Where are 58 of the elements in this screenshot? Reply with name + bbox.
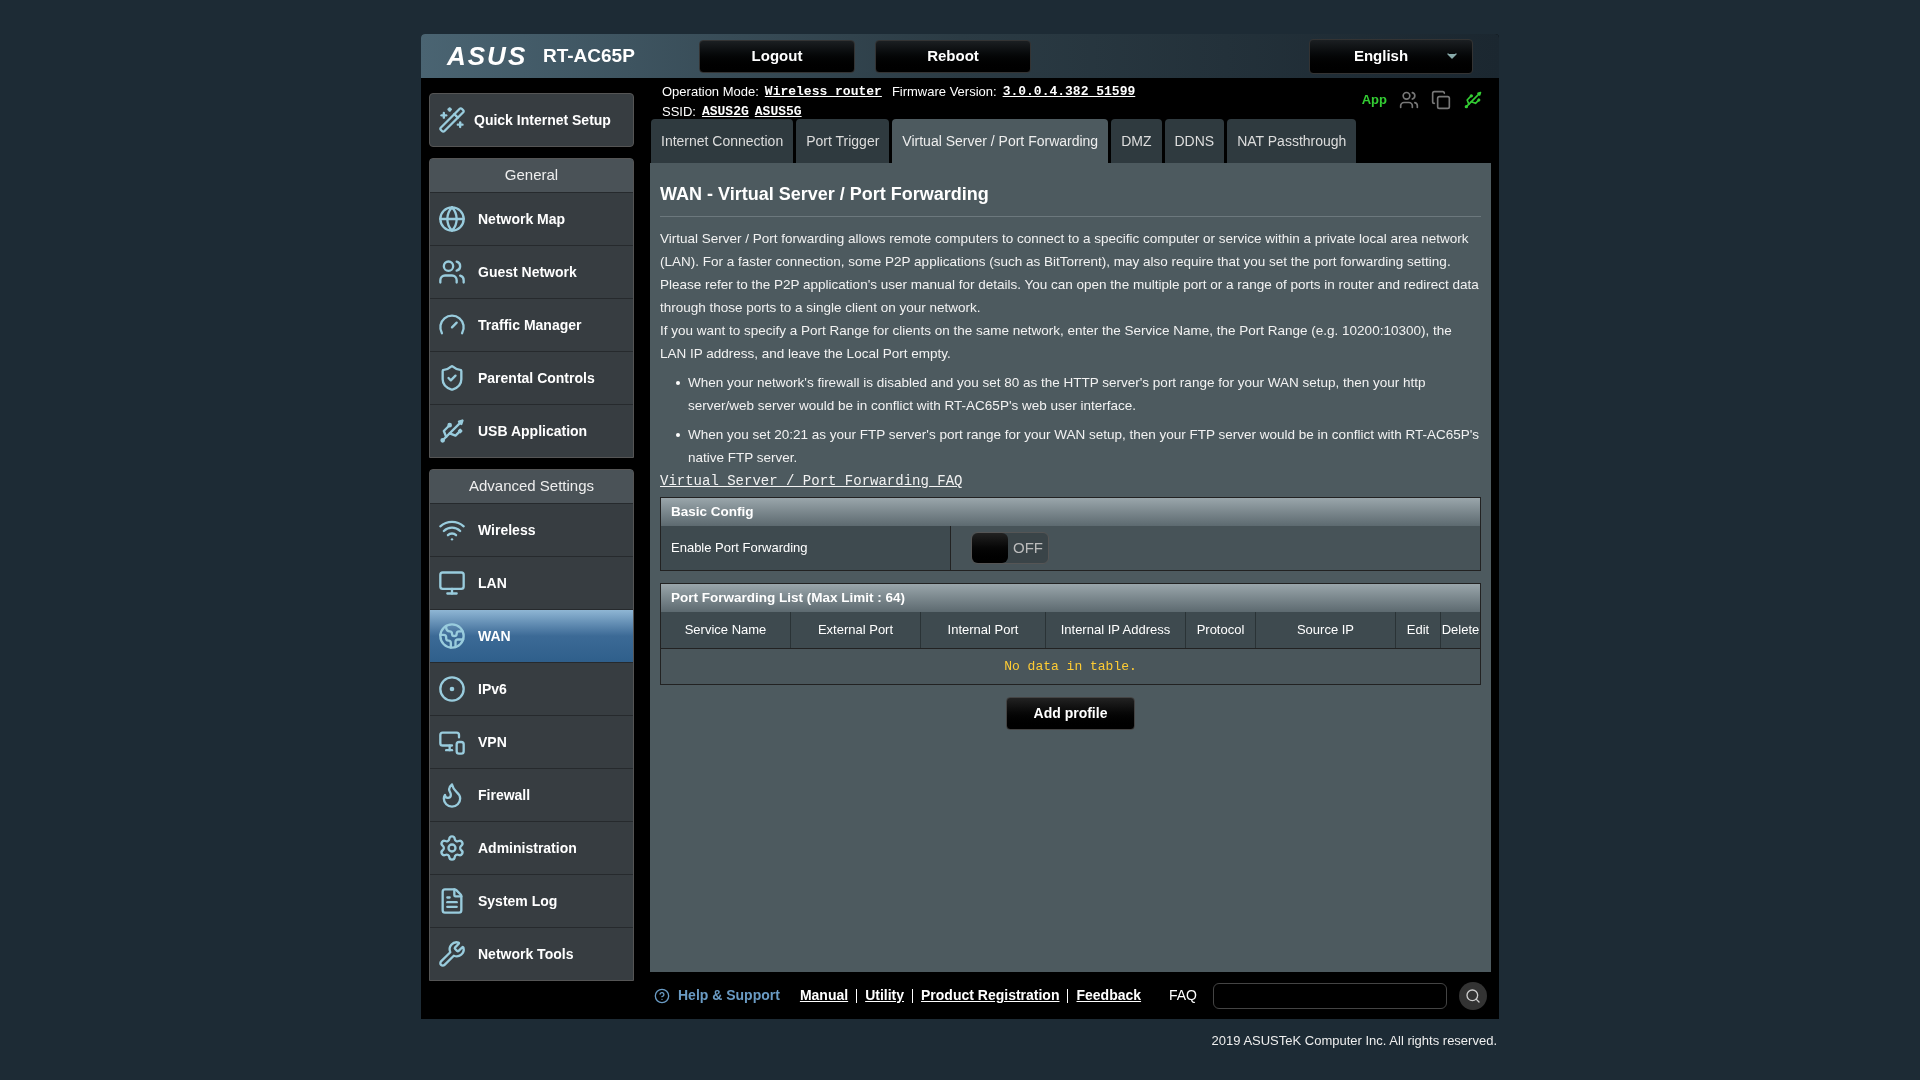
tab[interactable]: DMZ xyxy=(1111,119,1162,163)
wand-icon xyxy=(438,106,466,134)
search-button[interactable] xyxy=(1459,981,1487,1010)
header-button[interactable]: Logout xyxy=(699,39,855,73)
operation-mode-link[interactable]: Wireless router xyxy=(764,82,882,102)
copyright-text: 2019 ASUSTeK Computer Inc. All rights reserved. xyxy=(1211,1032,1497,1050)
description-paragraph: If you want to specify a Port Range for clients on the same network, enter the Service Name, the Port Range (e.g. 10200:10300), the LAN IP address, and leave the Local Port empty. xyxy=(660,322,1453,363)
usb-icon xyxy=(438,417,466,445)
target-icon xyxy=(438,675,466,703)
menu-section-title: Advanced Settings xyxy=(430,470,633,503)
globe-icon xyxy=(438,205,466,233)
setting-label: Enable Port Forwarding xyxy=(661,526,951,570)
toggle-switch[interactable]: OFF xyxy=(971,532,1049,564)
firmware-label: Firmware Version: xyxy=(891,83,997,101)
faq-label: FAQ xyxy=(1169,986,1197,1005)
app-link[interactable]: App xyxy=(1361,90,1387,110)
table-header: Port Forwarding List (Max Limit : 64) xyxy=(661,584,1480,612)
brand-logo: ASUS xyxy=(447,39,527,73)
footer-link[interactable]: Manual xyxy=(799,985,849,1006)
model-name: RT-AC65P xyxy=(543,43,636,68)
settings-icon xyxy=(438,834,466,862)
ssid-link[interactable]: ASUS5G xyxy=(754,102,802,122)
help-support-link[interactable]: Help & Support xyxy=(678,985,780,1006)
globe-icon xyxy=(438,622,466,650)
table-header: Basic Config xyxy=(661,498,1480,526)
footer-link[interactable]: Utility xyxy=(865,985,904,1006)
users-icon[interactable] xyxy=(1399,90,1419,110)
toggle-label: OFF xyxy=(1012,537,1044,558)
language-select[interactable]: English xyxy=(1309,38,1473,74)
tab[interactable]: Virtual Server / Port Forwarding xyxy=(892,119,1109,163)
add-profile-button[interactable]: Add profile xyxy=(1006,697,1135,730)
ssid-label: SSID: xyxy=(662,103,696,121)
help-icon xyxy=(654,987,670,1004)
note-text: When your network's firewall is disabled and you set 80 as the HTTP server's port range for your WAN setup, then your http server/web server would be in conflict with RT-AC65P's web user interface. xyxy=(688,374,1427,415)
column-header: Delete xyxy=(1441,621,1480,640)
footer-link[interactable]: Feedback xyxy=(1076,985,1142,1006)
faq-link[interactable]: Virtual Server / Port Forwarding FAQ xyxy=(660,473,963,489)
page-title: WAN - Virtual Server / Port Forwarding xyxy=(660,181,1481,217)
wrench-icon xyxy=(438,940,466,968)
users-icon xyxy=(438,258,466,286)
tab[interactable]: NAT Passthrough xyxy=(1227,119,1357,163)
ssid-link[interactable]: ASUS2G xyxy=(701,102,749,122)
search-icon xyxy=(1465,987,1481,1004)
header-button[interactable]: Reboot xyxy=(875,39,1031,73)
tab[interactable]: Internet Connection xyxy=(651,119,794,163)
faq-search-field[interactable] xyxy=(1213,982,1447,1009)
note-text: When you set 20:21 as your FTP server's port range for your WAN setup, then your FTP server would be in conflict with RT-AC65P's native FTP server. xyxy=(688,426,1480,467)
tab[interactable]: Port Trigger xyxy=(796,119,890,163)
menu-item[interactable]: WAN xyxy=(430,609,633,662)
description-paragraph: Virtual Server / Port forwarding allows remote computers to connect to a specific computer or service within a private local area network (LAN). For a faster connection, some P2P applications (such as BitTorrent), may also require that you set the port forwarding setting. Please refer to the P2P application's user manual for details. You can open the multiple port or a range of ports in router and redirect data through those ports to a single client on your network. xyxy=(660,230,1480,317)
footer-link[interactable]: Product Registration xyxy=(921,985,1060,1006)
firmware-link[interactable]: 3.0.0.4.382_51599 xyxy=(1002,82,1136,102)
tab[interactable]: DDNS xyxy=(1164,119,1225,163)
quick-setup-button[interactable]: Quick Internet Setup xyxy=(429,93,634,147)
usb-icon[interactable] xyxy=(1463,90,1483,110)
menu-section-title: General xyxy=(430,159,633,192)
operation-mode-label: Operation Mode: xyxy=(662,83,759,101)
empty-table-message: No data in table. xyxy=(661,648,1480,684)
